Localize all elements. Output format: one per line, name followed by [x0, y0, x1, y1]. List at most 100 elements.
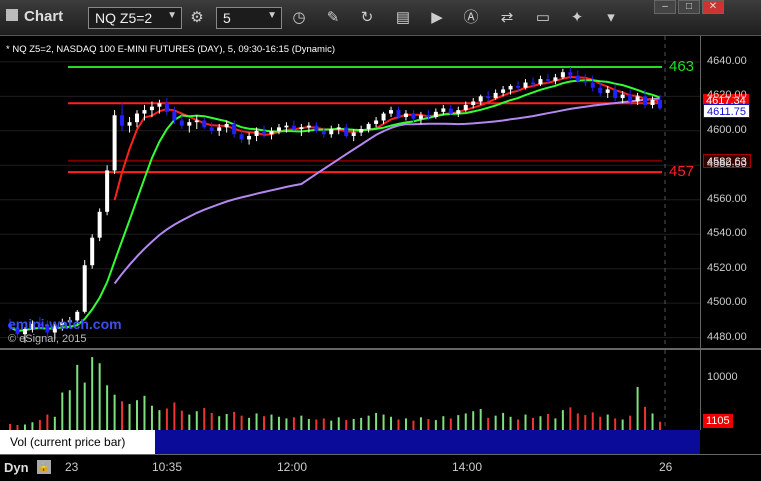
- candle-body: [411, 113, 416, 119]
- price-tick-label: 4560.00: [707, 192, 747, 205]
- price-axis[interactable]: 4617.34 4611.75 4582.63 4640.00 4620.00 46…: [700, 36, 761, 348]
- candle-body: [650, 99, 655, 105]
- gear-icon[interactable]: ⚙: [186, 7, 208, 29]
- candle-body: [232, 123, 237, 135]
- app-title: Chart: [24, 8, 64, 25]
- comment-icon[interactable]: ▭: [532, 7, 554, 29]
- candle-body: [127, 122, 132, 126]
- candle-body: [172, 111, 177, 121]
- price-tick-label: 4480.00: [707, 330, 747, 343]
- candle-body: [418, 115, 423, 119]
- volume-axis[interactable]: 10000 1105: [700, 350, 761, 430]
- copyright: © eSignal, 2015: [8, 333, 87, 345]
- price-tick-label: 4620.00: [707, 89, 747, 102]
- symbol-value: NQ Z5=2: [95, 10, 153, 26]
- close-button[interactable]: ✕: [702, 0, 724, 14]
- get-data-icon[interactable]: ▤: [392, 7, 414, 29]
- candle-body: [217, 127, 222, 131]
- candle-body: [538, 79, 543, 85]
- candle-body: [643, 96, 648, 105]
- candle-body: [448, 108, 453, 114]
- play-icon[interactable]: ▶: [426, 7, 448, 29]
- candle-body: [381, 113, 386, 121]
- candle-body: [90, 237, 95, 266]
- candle-body: [441, 108, 446, 112]
- candle-body: [403, 113, 408, 118]
- candle-body: [224, 123, 229, 128]
- refresh-icon[interactable]: ↻: [356, 7, 378, 29]
- candle-body: [97, 211, 102, 238]
- price-pane[interactable]: [0, 36, 700, 348]
- candle-body: [598, 87, 603, 93]
- candle-body: [530, 82, 535, 85]
- candle-body: [105, 170, 110, 212]
- candle-body: [276, 127, 281, 131]
- volume-label: Vol (current price bar): [0, 430, 155, 454]
- candle-body: [583, 80, 588, 83]
- alert-icon[interactable]: Ⓐ: [460, 7, 482, 29]
- candle-body: [560, 72, 565, 78]
- candle-body: [306, 125, 311, 128]
- candle-body: [426, 115, 431, 118]
- candle-body: [456, 110, 461, 114]
- candle-body: [164, 103, 169, 112]
- candle-body: [433, 111, 438, 118]
- candle-body: [112, 115, 117, 171]
- candle-body: [493, 92, 498, 99]
- time-label: 23: [65, 460, 79, 474]
- volume-label-bar: Vol (current price bar): [0, 430, 700, 454]
- clock-icon[interactable]: ◷: [288, 7, 310, 29]
- chart-app-icon: [6, 9, 18, 21]
- price-tick-label: 4640.00: [707, 54, 747, 67]
- candle-body: [635, 96, 640, 102]
- watermark: emini-watch.com: [8, 316, 122, 332]
- candle-body: [149, 106, 154, 111]
- candle-body: [351, 132, 356, 136]
- candle-body: [247, 135, 252, 140]
- price-tick-label: 4520.00: [707, 261, 747, 274]
- interval-input[interactable]: 5 ▼: [216, 7, 282, 29]
- candle-body: [396, 110, 401, 118]
- candle-body: [516, 85, 521, 88]
- candle-body: [209, 127, 214, 131]
- candle-body: [269, 130, 274, 135]
- link-icon[interactable]: ⇄: [496, 7, 518, 29]
- chevron-down-icon[interactable]: ▼: [267, 10, 277, 21]
- candle-body: [135, 113, 140, 123]
- dynamic-button[interactable]: Dyn: [4, 460, 29, 475]
- symbol-input[interactable]: NQ Z5=2 ▼: [88, 7, 182, 29]
- candle-body: [605, 89, 610, 93]
- dropdown-menu-icon[interactable]: ▾: [600, 7, 622, 29]
- close-icon[interactable]: ×: [145, 431, 152, 445]
- price-tick-label: 4600.00: [707, 123, 747, 136]
- pencil-icon[interactable]: ✎: [322, 7, 344, 29]
- maximize-button[interactable]: □: [678, 0, 700, 14]
- minimize-button[interactable]: –: [654, 0, 676, 14]
- candle-body: [314, 125, 319, 131]
- candle-body: [658, 99, 662, 109]
- chart-header: * NQ Z5=2, NASDAQ 100 E-MINI FUTURES (DA…: [6, 44, 335, 55]
- candle-body: [179, 120, 184, 126]
- volume-pane[interactable]: [0, 350, 700, 430]
- support-label: 457: [669, 163, 695, 181]
- candle-body: [284, 125, 289, 128]
- candle-body: [187, 122, 192, 126]
- price-tag-last: 4611.75: [703, 103, 750, 118]
- volume-last-tag: 1105: [703, 414, 733, 428]
- candle-body: [523, 82, 528, 88]
- lock-icon[interactable]: 🔒: [37, 460, 51, 474]
- time-label: 26: [659, 460, 673, 474]
- candle-body: [142, 110, 147, 114]
- twitter-icon[interactable]: ✦: [566, 7, 588, 29]
- candle-body: [336, 127, 341, 130]
- price-tick-label: 4540.00: [707, 227, 747, 240]
- candle-body: [194, 120, 199, 123]
- volume-chart[interactable]: [0, 350, 700, 430]
- time-axis[interactable]: Dyn 🔒 23 10:35 12:00 14:00 26: [0, 454, 761, 481]
- candle-body: [374, 120, 379, 124]
- time-label: 12:00: [277, 460, 308, 474]
- price-tick-label: 4500.00: [707, 296, 747, 309]
- time-label: 14:00: [452, 460, 483, 474]
- price-chart[interactable]: [0, 36, 700, 348]
- chevron-down-icon[interactable]: ▼: [167, 10, 177, 21]
